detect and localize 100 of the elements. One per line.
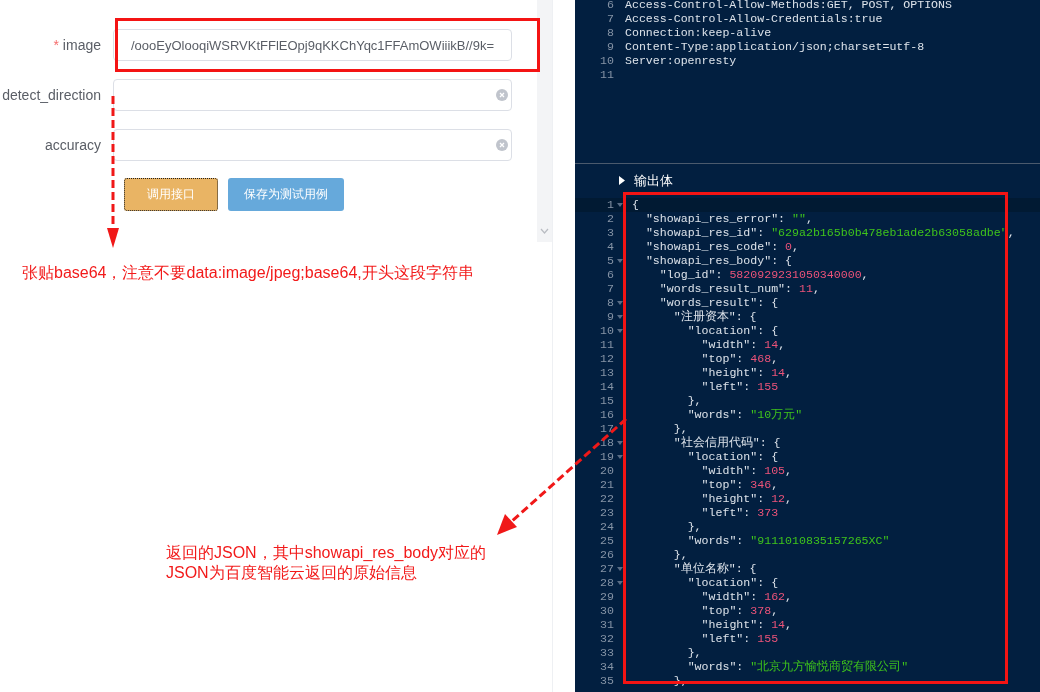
line-number: 24	[599, 520, 614, 534]
line-number: 7	[606, 12, 614, 26]
annotation-note: 张贴base64，注意不要data:image/jpeg;base64,开头这段字符串	[22, 263, 474, 283]
clear-icon[interactable]	[496, 89, 508, 101]
line-number: 19	[599, 450, 614, 464]
field-label: image	[62, 37, 101, 53]
code-line: "showapi_res_id": "629a2b165b0b478eb1ade2b63058adbe",	[644, 226, 1015, 240]
line-number: 11	[599, 68, 614, 82]
fold-caret-icon[interactable]	[616, 567, 623, 571]
line-number: 10	[599, 54, 614, 68]
line-number: 7	[606, 282, 614, 296]
code-line: "left": 373	[700, 506, 779, 520]
code-line: "showapi_res_body": {	[644, 254, 793, 268]
line-number: 34	[599, 660, 614, 674]
code-line: "width": 162,	[700, 590, 793, 604]
field-label: accuracy	[44, 137, 101, 153]
code-line: "注册资本": {	[672, 310, 757, 324]
line-number: 15	[599, 394, 614, 408]
line-number: 17	[599, 422, 614, 436]
line-number: 5	[606, 254, 614, 268]
line-number: 6	[606, 268, 614, 282]
line-number: 29	[599, 590, 614, 604]
code-line: Connection:keep-alive	[625, 26, 772, 40]
line-number: 21	[599, 478, 614, 492]
line-number: 12	[599, 352, 614, 366]
fold-caret-icon[interactable]	[616, 301, 623, 305]
code-line: "社会信用代码": {	[672, 436, 781, 450]
code-line: "left": 155	[700, 380, 779, 394]
code-line: },	[686, 520, 702, 534]
code-line: "location": {	[686, 450, 779, 464]
code-line: },	[686, 394, 702, 408]
fold-caret-icon[interactable]	[616, 329, 623, 333]
section-title[interactable]: 输出体	[634, 171, 673, 190]
line-number: 25	[599, 534, 614, 548]
input-field[interactable]: /oooEyOlooqiWSRVKtFFlEOpj9qKKChYqc1FFAmOWiiikB//9k=	[113, 29, 512, 61]
fold-caret-icon[interactable]	[616, 259, 623, 263]
line-number: 26	[599, 548, 614, 562]
code-line: "单位名称": {	[672, 562, 757, 576]
fold-caret-icon[interactable]	[616, 441, 623, 445]
line-number: 9	[606, 310, 614, 324]
line-number: 27	[599, 562, 614, 576]
code-line: "showapi_res_error": "",	[644, 212, 813, 226]
line-number: 33	[599, 646, 614, 660]
input-field[interactable]	[113, 79, 512, 111]
code-line: "left": 155	[700, 632, 779, 646]
code-line: "words_result": {	[658, 296, 779, 310]
code-line: },	[686, 646, 702, 660]
scrollbar[interactable]	[537, 0, 552, 242]
line-number: 4	[606, 240, 614, 254]
code-line: "showapi_res_code": 0,	[644, 240, 799, 254]
code-line: "height": 14,	[700, 366, 793, 380]
line-number: 8	[606, 26, 614, 40]
chevron-down-icon[interactable]	[540, 228, 549, 234]
fold-caret-icon[interactable]	[616, 581, 623, 585]
line-number: 6	[606, 0, 614, 12]
code-line: Content-Type:application/json;charset=utf-8	[625, 40, 925, 54]
code-line: "height": 12,	[700, 492, 793, 506]
code-line: Server:openresty	[625, 54, 737, 68]
code-line: "location": {	[686, 324, 779, 338]
fold-caret-icon[interactable]	[616, 455, 623, 459]
code-line: },	[672, 548, 688, 562]
line-number: 9	[606, 40, 614, 54]
fold-caret-icon[interactable]	[616, 315, 623, 319]
code-line: "top": 346,	[700, 478, 779, 492]
line-number: 30	[599, 604, 614, 618]
line-number: 8	[606, 296, 614, 310]
line-number: 11	[599, 338, 614, 352]
code-line: "words": "9111010835157265XC"	[686, 534, 890, 548]
input-field[interactable]	[113, 129, 512, 161]
code-line: "width": 105,	[700, 464, 793, 478]
code-line: "height": 14,	[700, 618, 793, 632]
code-line: "words_result_num": 11,	[658, 282, 820, 296]
code-line: },	[672, 422, 688, 436]
line-number: 28	[599, 576, 614, 590]
code-line: "words": "10万元"	[686, 408, 803, 422]
required-mark: *	[53, 37, 59, 53]
line-number: 23	[599, 506, 614, 520]
clear-icon[interactable]	[496, 139, 508, 151]
field-label: detect_direction	[2, 87, 101, 103]
fold-caret-icon[interactable]	[616, 203, 623, 207]
code-line: {	[632, 198, 639, 212]
line-number: 35	[599, 674, 614, 688]
code-line: "location": {	[686, 576, 779, 590]
line-number: 31	[599, 618, 614, 632]
line-number: 10	[599, 324, 614, 338]
line-number: 20	[599, 464, 614, 478]
line-number: 32	[599, 632, 614, 646]
line-number: 22	[599, 492, 614, 506]
code-line: "top": 378,	[700, 604, 779, 618]
line-number: 3	[606, 226, 614, 240]
code-line: "words": "北京九方愉悦商贸有限公司"	[686, 660, 909, 674]
code-line: Access-Control-Allow-Methods:GET, POST, OPTIONS	[625, 0, 952, 12]
triangle-right-icon[interactable]	[619, 176, 625, 185]
code-line: "log_id": 5820929231050340000,	[658, 268, 869, 282]
code-line: Access-Control-Allow-Credentials:true	[625, 12, 883, 26]
line-number: 14	[599, 380, 614, 394]
line-number: 13	[599, 366, 614, 380]
code-line: "width": 14,	[700, 338, 786, 352]
line-number: 16	[599, 408, 614, 422]
annotation-note: 返回的JSON，其中showapi_res_body对应的JSON为百度智能云返回的原始信息	[166, 543, 488, 583]
